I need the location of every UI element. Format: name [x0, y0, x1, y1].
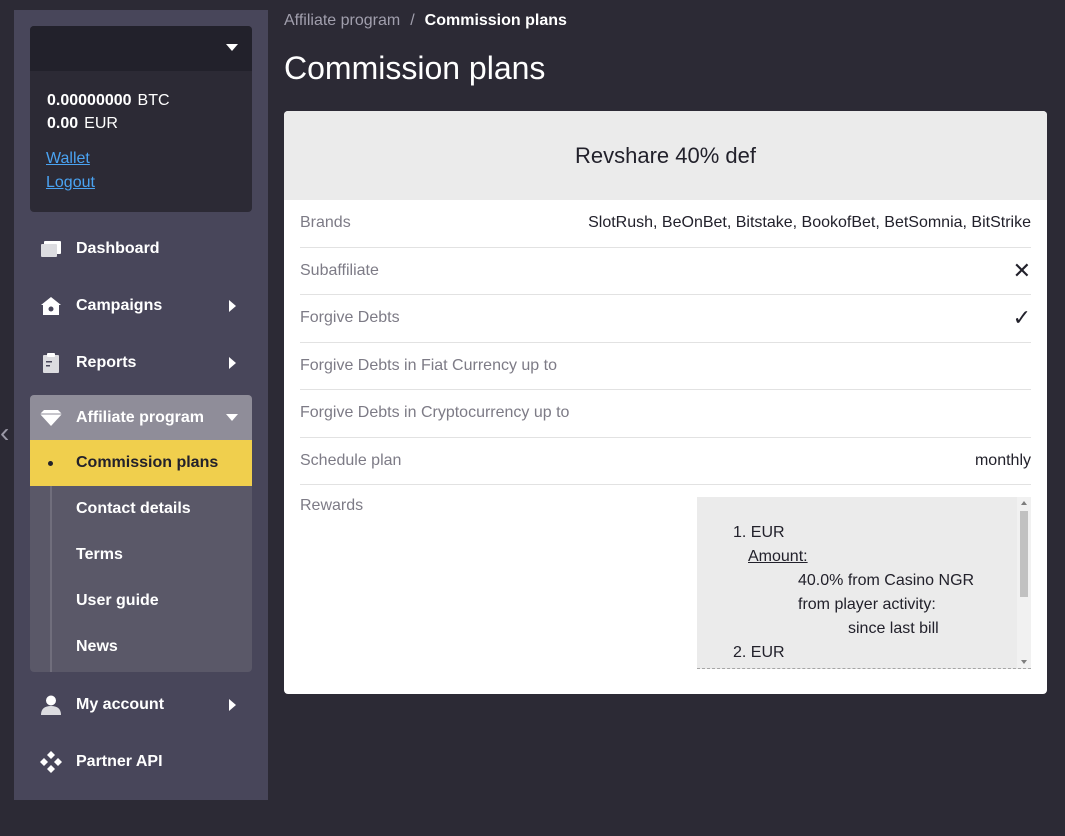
- nav-user-guide[interactable]: User guide: [30, 578, 252, 624]
- cross-icon: ✕: [1012, 257, 1031, 283]
- main-nav: Dashboard Campaigns Reports Affiliate pr…: [30, 220, 252, 790]
- commission-plan-card: Revshare 40% def Brands SlotRush, BeOnBe…: [284, 111, 1047, 694]
- diamond-icon: [40, 407, 62, 429]
- nav-terms[interactable]: Terms: [30, 532, 252, 578]
- chevron-right-icon: [229, 299, 236, 312]
- plan-row-schedule: Schedule plan monthly: [300, 438, 1031, 485]
- scroll-thumb[interactable]: [1020, 511, 1028, 597]
- nav-dashboard[interactable]: Dashboard: [30, 220, 252, 277]
- dashboard-icon: [40, 238, 62, 260]
- nav-affiliate-program[interactable]: Affiliate program: [30, 395, 252, 440]
- account-box: 0.00000000 BTC 0.00 EUR Wallet Logout: [30, 26, 252, 212]
- logout-link[interactable]: Logout: [46, 171, 95, 195]
- chevron-down-icon: [226, 44, 238, 51]
- nav-group-affiliate-program: Affiliate program Commission plans Conta…: [30, 395, 252, 672]
- plan-row-subaffiliate: Subaffiliate ✕: [300, 248, 1031, 295]
- home-icon: [40, 295, 62, 317]
- wallet-link[interactable]: Wallet: [46, 147, 90, 171]
- rewards-scroll-box[interactable]: 1. EUR Amount: 40.0% from Casino NGR fro…: [697, 497, 1031, 669]
- breadcrumb: Affiliate program / Commission plans: [284, 11, 567, 31]
- nav-campaigns[interactable]: Campaigns: [30, 277, 252, 334]
- check-icon: ✓: [1012, 305, 1031, 331]
- chevron-down-icon: [226, 414, 238, 421]
- plan-row-forgive-crypto: Forgive Debts in Cryptocurrency up to: [300, 390, 1031, 438]
- nav-reports[interactable]: Reports: [30, 334, 252, 391]
- nav-news[interactable]: News: [30, 624, 252, 670]
- clipboard-icon: [40, 352, 62, 374]
- reward-activity-value: since last bill: [848, 620, 939, 637]
- nav-my-account[interactable]: My account: [30, 676, 252, 733]
- reward-item: 1. EUR: [733, 524, 785, 541]
- reward-activity-label: from player activity:: [798, 596, 936, 613]
- nav-commission-plans[interactable]: Commission plans: [30, 440, 252, 486]
- plan-row-forgive-fiat: Forgive Debts in Fiat Currency up to: [300, 343, 1031, 390]
- account-select[interactable]: [30, 26, 252, 71]
- sidebar-collapse-icon[interactable]: ‹: [0, 415, 10, 451]
- reward-amount-label: Amount:: [748, 548, 808, 565]
- user-icon: [40, 694, 62, 716]
- balance-eur: 0.00 EUR: [47, 115, 118, 132]
- plan-title: Revshare 40% def: [284, 111, 1047, 200]
- balance-btc: 0.00000000 BTC: [47, 92, 170, 109]
- reward-amount-value: 40.0% from Casino NGR: [798, 572, 975, 589]
- breadcrumb-separator: /: [410, 12, 415, 29]
- chevron-right-icon: [229, 698, 236, 711]
- nav-partner-api[interactable]: Partner API: [30, 733, 252, 790]
- breadcrumb-parent[interactable]: Affiliate program: [284, 12, 400, 29]
- balances: 0.00000000 BTC 0.00 EUR: [30, 71, 252, 135]
- plan-row-forgive-debts: Forgive Debts ✓: [300, 295, 1031, 343]
- scroll-down-icon[interactable]: [1021, 660, 1027, 664]
- plan-row-rewards: Rewards 1. EUR Amount: 40.0% from Casino…: [300, 485, 1031, 669]
- sidebar: 0.00000000 BTC 0.00 EUR Wallet Logout Dash…: [14, 10, 268, 800]
- reward-item: 2. EUR: [733, 644, 785, 661]
- breadcrumb-current: Commission plans: [424, 12, 567, 29]
- scroll-up-icon[interactable]: [1021, 501, 1027, 505]
- chevron-right-icon: [229, 356, 236, 369]
- plan-row-brands: Brands SlotRush, BeOnBet, Bitstake, Book…: [300, 200, 1031, 248]
- api-icon: [40, 750, 62, 773]
- rewards-scrollbar[interactable]: [1017, 497, 1031, 668]
- page-title: Commission plans: [284, 50, 546, 86]
- nav-contact-details[interactable]: Contact details: [30, 486, 252, 532]
